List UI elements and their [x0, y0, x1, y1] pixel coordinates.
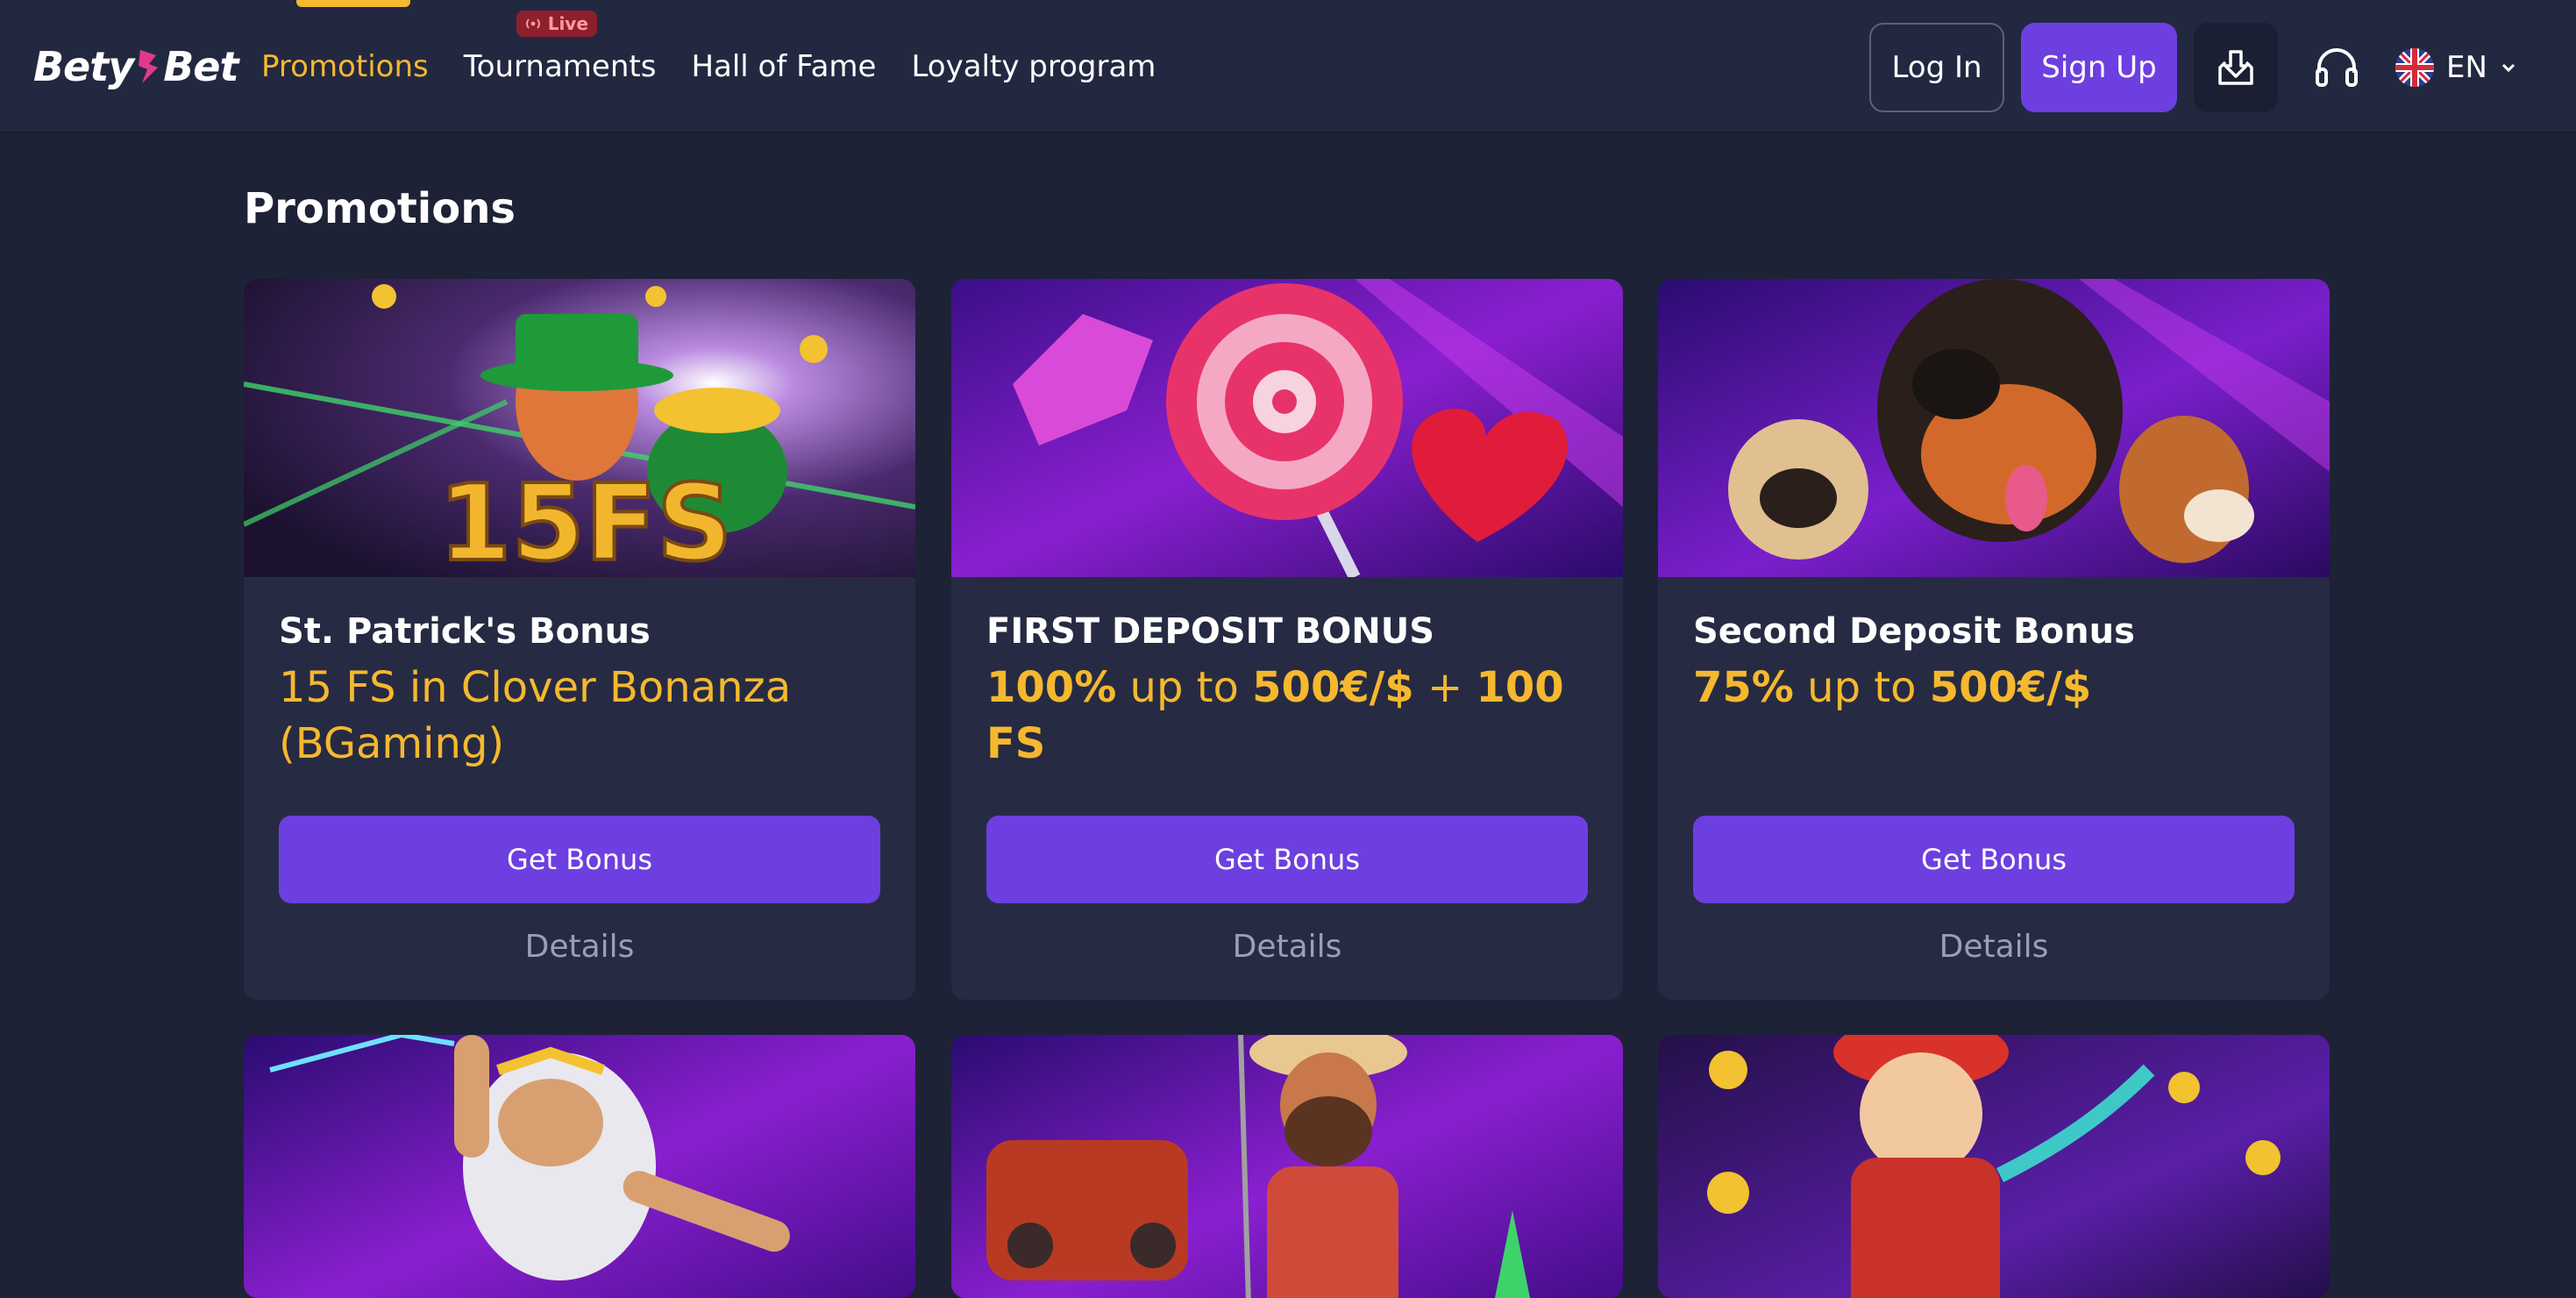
promo-subtitle-text: +: [1413, 663, 1477, 712]
nav-item-hall-of-fame[interactable]: Hall of Fame: [691, 0, 876, 133]
promo-subtitle-amount: 500€/$: [1929, 663, 2092, 712]
promo-card-body: St. Patrick's Bonus 15 FS in Clover Bona…: [244, 577, 915, 996]
page-title: Promotions: [244, 184, 516, 233]
promo-card-second-deposit: Second Deposit Bonus 75% up to 500€/$ Ge…: [1658, 279, 2330, 1000]
promo-subtitle: 15 FS in Clover Bonanza (BGaming): [279, 663, 792, 768]
promo-banner-image[interactable]: 15FS: [244, 279, 915, 577]
download-icon: [2218, 50, 2253, 85]
betybet-logo[interactable]: Bety Bet: [33, 39, 238, 95]
promo-title: FIRST DEPOSIT BONUS: [986, 611, 1435, 652]
promo-subtitle-percent: 75%: [1693, 663, 1794, 712]
logo-lightning-icon: [139, 50, 159, 83]
banner-15fs-text: 15FS: [438, 463, 732, 577]
promo-banner-image[interactable]: [1658, 1035, 2330, 1298]
language-label: EN: [2446, 50, 2487, 85]
promo-subtitle-percent: 100%: [986, 663, 1117, 712]
signup-button[interactable]: Sign Up: [2021, 23, 2177, 112]
live-badge: Live: [516, 11, 597, 37]
broadcast-icon: [525, 18, 540, 29]
get-bonus-button[interactable]: Get Bonus: [986, 816, 1588, 903]
promo-subtitle-text: up to: [1793, 663, 1930, 712]
nav-item-label: Tournaments: [463, 49, 657, 84]
promo-card-first-deposit: FIRST DEPOSIT BONUS 100% up to 500€/$ + …: [951, 279, 1623, 1000]
nav-active-indicator: [296, 0, 410, 7]
promo-card-body: FIRST DEPOSIT BONUS 100% up to 500€/$ + …: [951, 577, 1623, 996]
nav-item-label: Loyalty program: [911, 49, 1156, 84]
promo-banner-image[interactable]: [1658, 279, 2330, 577]
headset-icon: [2316, 48, 2358, 87]
live-badge-label: Live: [547, 13, 588, 34]
promo-title: St. Patrick's Bonus: [279, 611, 651, 652]
get-bonus-button[interactable]: Get Bonus: [279, 816, 880, 903]
get-bonus-button[interactable]: Get Bonus: [1693, 816, 2295, 903]
details-link[interactable]: Details: [279, 919, 880, 975]
logo-text-left: Bety: [33, 43, 134, 90]
support-button[interactable]: [2308, 39, 2366, 96]
download-app-button[interactable]: [2194, 23, 2278, 112]
promo-banner-image[interactable]: [951, 279, 1623, 577]
top-header: Bety Bet Promotions Live Tournaments Hal…: [0, 0, 2576, 133]
promo-title: Second Deposit Bonus: [1693, 611, 2135, 652]
promo-card-body: Second Deposit Bonus 75% up to 500€/$ Ge…: [1658, 577, 2330, 996]
nav-item-tournaments[interactable]: Live Tournaments: [463, 0, 657, 133]
logo-text-right: Bet: [163, 43, 238, 90]
promo-banner-image[interactable]: [951, 1035, 1623, 1298]
main-nav: Promotions Live Tournaments Hall of Fame…: [254, 0, 1191, 133]
details-link[interactable]: Details: [986, 919, 1588, 975]
nav-item-loyalty-program[interactable]: Loyalty program: [911, 0, 1156, 133]
promo-card-partial: [951, 1035, 1623, 1298]
promo-subtitle-amount: 500€/$: [1252, 663, 1414, 712]
promo-card-st-patricks: 15FS St. Patrick's Bonus 15 FS in Clover…: [244, 279, 915, 1000]
promo-subtitle: 75% up to 500€/$: [1693, 660, 2295, 716]
chevron-down-icon: [2501, 63, 2515, 73]
nav-item-label: Promotions: [261, 49, 429, 84]
promo-subtitle-text: up to: [1116, 663, 1253, 712]
language-selector[interactable]: EN: [2395, 39, 2517, 96]
details-link[interactable]: Details: [1693, 919, 2295, 975]
promo-subtitle: 100% up to 500€/$ + 100 FS: [986, 660, 1588, 772]
uk-flag-icon: [2395, 48, 2434, 87]
promo-card-partial: [1658, 1035, 2330, 1298]
promo-banner-image[interactable]: [244, 1035, 915, 1298]
promo-card-partial: [244, 1035, 915, 1298]
login-button[interactable]: Log In: [1869, 23, 2004, 112]
nav-item-label: Hall of Fame: [691, 49, 877, 84]
nav-item-promotions[interactable]: Promotions: [254, 0, 436, 133]
